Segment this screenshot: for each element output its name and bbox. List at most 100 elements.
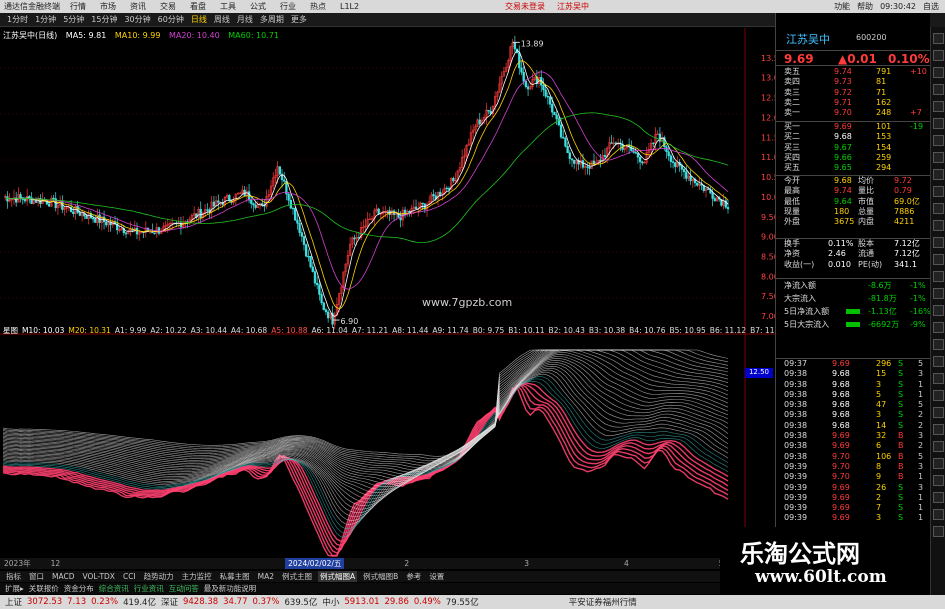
tool-icon[interactable] — [933, 169, 944, 180]
tick-time: 09:39 — [784, 503, 808, 513]
period-tab[interactable]: 15分钟 — [91, 14, 117, 25]
ask-label: 卖一 — [784, 108, 800, 118]
indicator-tab[interactable]: VOL-TDX — [80, 572, 116, 581]
tool-icon[interactable] — [933, 526, 944, 537]
indicator-legend-item: B3: 10.38 — [588, 326, 626, 335]
tool-icon[interactable] — [933, 84, 944, 95]
stat-label: 换手 — [784, 239, 800, 248]
tool-icon[interactable] — [933, 118, 944, 129]
candle-body — [28, 196, 31, 198]
tool-icon[interactable] — [933, 339, 944, 350]
menu-item[interactable]: 行情 — [70, 1, 86, 12]
menu-function[interactable]: 功能 — [834, 1, 850, 12]
indicator-tab[interactable]: 窗口 — [27, 571, 46, 582]
tool-icon[interactable] — [933, 101, 944, 112]
feed-tab[interactable]: 扩展▸ — [5, 583, 24, 594]
tool-icon[interactable] — [933, 322, 944, 333]
tool-icon[interactable] — [933, 237, 944, 248]
tool-icon[interactable] — [933, 390, 944, 401]
tool-icon[interactable] — [933, 407, 944, 418]
index-name[interactable]: 深证 — [161, 596, 178, 608]
stock-name[interactable]: 江苏吴中 — [786, 31, 830, 47]
feed-tab[interactable]: 最及新功能说明 — [204, 583, 257, 594]
kline-chart[interactable]: 13.50 13.00 12.50 12.00 11.50 11.00 10.50 10.00… — [0, 28, 775, 558]
indicator-tab[interactable]: 例式主图 — [280, 571, 314, 582]
feed-tab[interactable]: 互动问答 — [169, 583, 199, 594]
period-tab[interactable]: 1分时 — [7, 14, 28, 25]
candle-body — [551, 104, 554, 113]
menu-item[interactable]: 市场 — [100, 1, 116, 12]
tool-icon[interactable] — [933, 288, 944, 299]
stat-value: 7.12亿 — [894, 239, 920, 248]
feed-tab[interactable]: 资金分布 — [64, 583, 94, 594]
feed-tab[interactable]: 行业资讯 — [134, 583, 164, 594]
period-tab[interactable]: 日线 — [191, 14, 207, 25]
tool-icon[interactable] — [933, 135, 944, 146]
tool-icon[interactable] — [933, 254, 944, 265]
period-tab[interactable]: 5分钟 — [63, 14, 84, 25]
tool-icon[interactable] — [933, 152, 944, 163]
tool-icon[interactable] — [933, 458, 944, 469]
tool-icon[interactable] — [933, 356, 944, 367]
menu-item[interactable]: 资讯 — [130, 1, 146, 12]
tool-icon[interactable] — [933, 67, 944, 78]
indicator-tab[interactable]: 指标 — [4, 571, 23, 582]
menu-item[interactable]: 交易 — [160, 1, 176, 12]
indicator-tab[interactable]: 参考 — [404, 571, 423, 582]
period-tab[interactable]: 月线 — [237, 14, 253, 25]
menu-item[interactable]: 看盘 — [190, 1, 206, 12]
tool-icon[interactable] — [933, 373, 944, 384]
indicator-tab[interactable]: 主力监控 — [180, 571, 214, 582]
tick-side: S — [898, 359, 904, 368]
indicator-tab[interactable]: 趋势动力 — [142, 571, 176, 582]
y-tick-label: 11.50 — [761, 133, 775, 142]
quote-line: 9.69 ▲0.01 0.10% — [776, 50, 931, 66]
period-tab[interactable]: 30分钟 — [124, 14, 150, 25]
menu-item[interactable]: 工具 — [220, 1, 236, 12]
menu-item[interactable]: L1L2 — [340, 2, 359, 11]
menu-item[interactable]: 热点 — [310, 1, 326, 12]
indicator-tab[interactable]: CCI — [121, 572, 138, 581]
tool-icon[interactable] — [933, 50, 944, 61]
tool-icon[interactable] — [933, 424, 944, 435]
indicator-tab[interactable]: MACD — [50, 572, 76, 581]
period-tab[interactable]: 更多 — [291, 14, 307, 25]
main-menu: 行情 市场 资讯 交易 看盘 工具 公式 行业 热点 L1L2 — [70, 1, 373, 12]
period-tab[interactable]: 1分钟 — [35, 14, 56, 25]
index-name[interactable]: 上证 — [5, 596, 22, 608]
tick-table[interactable]: 09:37 9.69 296 S 5 09:38 9.68 15 S 3 09:38 9.68 3 S 1 0… — [776, 358, 931, 524]
feed-tab[interactable]: 关联报价 — [29, 583, 59, 594]
tool-icon[interactable] — [933, 305, 944, 316]
tick-volume: 6 — [876, 441, 882, 451]
tool-icon[interactable] — [933, 492, 944, 503]
tool-icon[interactable] — [933, 186, 944, 197]
period-tab[interactable]: 周线 — [214, 14, 230, 25]
menu-item[interactable]: 公式 — [250, 1, 266, 12]
price-change-pct: 0.10% — [888, 52, 930, 66]
tool-icon[interactable] — [933, 441, 944, 452]
stat-label: 内盘 — [858, 217, 874, 227]
tick-count: 5 — [918, 400, 924, 410]
app-title: 通达信金融终端 — [4, 2, 60, 11]
indicator-tab[interactable]: 例式幅图B — [361, 571, 400, 582]
period-tab[interactable]: 60分钟 — [158, 14, 184, 25]
period-tab[interactable]: 多周期 — [260, 14, 284, 25]
login-status[interactable]: 交易未登录 — [505, 1, 545, 12]
tool-icon[interactable] — [933, 509, 944, 520]
tool-icon[interactable] — [933, 220, 944, 231]
indicator-tab[interactable]: MA2 — [256, 572, 276, 581]
menu-item[interactable]: 行业 — [280, 1, 296, 12]
feed-tab[interactable]: 综合资讯 — [99, 583, 129, 594]
indicator-tab[interactable]: 私募主图 — [218, 571, 252, 582]
indicator-tab[interactable]: 设置 — [427, 571, 446, 582]
menu-help[interactable]: 帮助 — [857, 1, 873, 12]
tool-icon[interactable] — [933, 271, 944, 282]
bid-row: 买二 9.68 153 — [776, 132, 931, 142]
menu-watchlist[interactable]: 自选 — [923, 1, 939, 12]
tool-icon[interactable] — [933, 475, 944, 486]
indicator-tab[interactable]: 例式幅图A — [318, 571, 358, 582]
tool-icon[interactable] — [933, 33, 944, 44]
bid-row: 买五 9.65 294 — [776, 163, 931, 173]
index-name[interactable]: 中小 — [322, 596, 339, 608]
tool-icon[interactable] — [933, 203, 944, 214]
